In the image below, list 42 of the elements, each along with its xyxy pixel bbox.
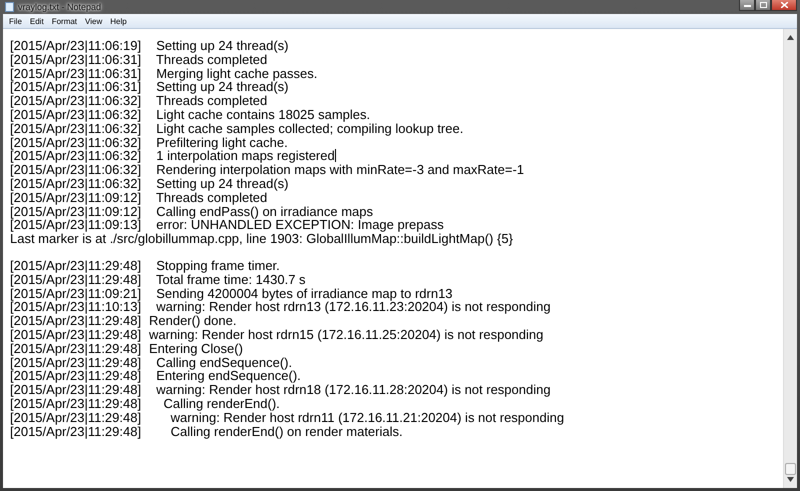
log-line: [2015/Apr/23|11:10:13] warning: Render host rdrn13 (172.16.11.23:20204) is not responding (10, 299, 551, 314)
log-line: [2015/Apr/23|11:29:48] warning: Render host rdrn11 (172.16.11.21:20204) is not responding (10, 410, 564, 425)
log-line: [2015/Apr/23|11:06:32] Setting up 24 thread(s) (10, 176, 288, 191)
scroll-thumb[interactable] (785, 463, 796, 475)
log-line: [2015/Apr/23|11:29:48] Calling renderEnd() on render materials. (10, 424, 403, 439)
log-line: [2015/Apr/23|11:06:32] Rendering interpolation maps with minRate=-3 and maxRate=-1 (10, 162, 524, 178)
log-line: [2015/Apr/23|11:06:31] Merging light cache passes. (10, 66, 318, 81)
notepad-icon (5, 2, 14, 12)
close-button[interactable] (771, 0, 797, 11)
log-line: [2015/Apr/23|11:09:21] Sending 4200004 bytes of irradiance map to rdrn13 (10, 286, 453, 301)
log-line: [2015/Apr/23|11:09:12] Calling endPass() on irradiance maps (10, 204, 373, 219)
log-line: [2015/Apr/23|11:09:12] Threads completed (10, 190, 268, 205)
log-line: [2015/Apr/23|11:29:48] Calling renderEnd(). (10, 396, 280, 411)
maximize-icon (760, 2, 766, 8)
log-line: [2015/Apr/23|11:06:32] Prefiltering light cache. (10, 134, 288, 150)
log-line: [2015/Apr/23|11:06:32] Light cache samples collected; compiling lookup tree. (10, 120, 464, 136)
log-line: [2015/Apr/23|11:06:32] 1 interpolation maps registered (10, 148, 335, 164)
log-line: [2015/Apr/23|11:06:32] Threads completed (10, 93, 268, 108)
menu-item[interactable]: View (81, 16, 106, 26)
log-line: [2015/Apr/23|11:29:48] Total frame time: 1430.7 s (10, 272, 306, 287)
log-line: [2015/Apr/23|11:29:48] Entering endSequence(). (10, 368, 301, 384)
minimize-button[interactable] (739, 0, 755, 11)
maximize-button[interactable] (755, 0, 771, 11)
log-line: [2015/Apr/23|11:06:31] Threads completed (10, 52, 268, 67)
menu-item[interactable]: File (5, 16, 26, 26)
menu-item[interactable]: Format (48, 16, 82, 26)
log-line: [2015/Apr/23|11:29:48] Stopping frame timer. (10, 258, 280, 273)
log-line: [2015/Apr/23|11:06:32] Light cache contains 18025 samples. (10, 106, 370, 122)
log-line: Last marker is at ./src/globillummap.cpp, line 1903: GlobalIllumMap::buildLightMap() {5} (10, 231, 513, 246)
log-line: [2015/Apr/23|11:29:48] Entering Close() (10, 340, 243, 356)
log-line: [2015/Apr/23|11:06:19] Setting up 24 thread(s) (10, 38, 288, 53)
menu-item[interactable]: Help (106, 16, 131, 26)
log-line: [2015/Apr/23|11:29:48] warning: Render host rdrn18 (172.16.11.28:20204) is not responding (10, 382, 551, 398)
log-line: [2015/Apr/23|11:29:48] warning: Render host rdrn15 (172.16.11.25:20204) is not responding (10, 326, 544, 342)
scroll-down-icon[interactable] (787, 477, 794, 482)
close-icon (780, 2, 788, 8)
scrollbar[interactable] (783, 29, 797, 488)
minimize-icon (744, 3, 750, 7)
scroll-up-icon[interactable] (787, 35, 794, 40)
log-line: [2015/Apr/23|11:29:48] Calling endSequence(). (10, 354, 292, 370)
log-line: [2015/Apr/23|11:29:48] Render() done. (10, 313, 236, 328)
menu-item[interactable]: Edit (26, 16, 48, 26)
